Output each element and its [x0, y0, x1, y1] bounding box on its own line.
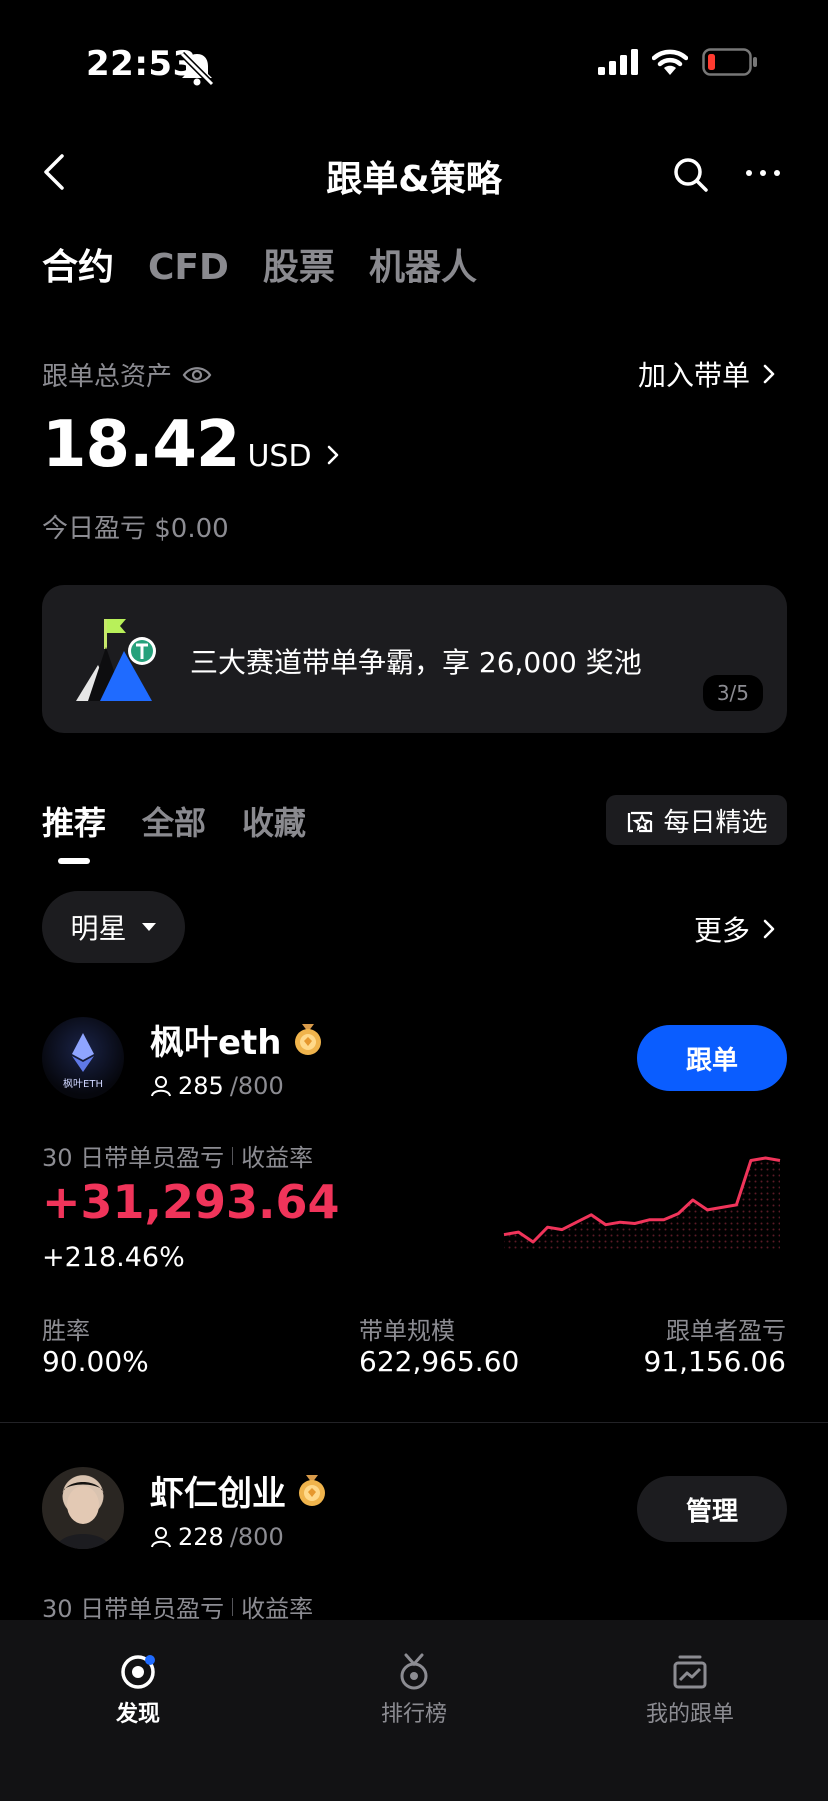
banner-page-indicator: 3/5 [702, 675, 763, 711]
eye-icon[interactable] [182, 364, 212, 386]
mountain-trophy-icon [76, 619, 156, 701]
search-icon[interactable] [672, 156, 710, 194]
follower-pnl-value: 91,156.06 [643, 1345, 786, 1378]
more-options-icon[interactable] [746, 170, 780, 176]
trader-avatar[interactable] [42, 1467, 124, 1549]
pnl-label: 30 日带单员盈亏 [42, 1595, 225, 1623]
roi-label: 收益率 [241, 1144, 314, 1172]
trader-name-row[interactable]: 虾仁创业 [150, 1466, 328, 1515]
trader-tabs: 推荐 全部 收藏 [42, 798, 306, 844]
my-copy-chart-icon [673, 1655, 707, 1689]
category-filter-label: 明星 [70, 912, 127, 945]
trader-name: 枫叶eth [150, 1023, 282, 1063]
banner-text: 三大赛道带单争霸，享 26,000 奖池 [190, 646, 642, 679]
ranking-medal-icon [400, 1653, 428, 1690]
bottom-navigation: 发现 排行榜 我的跟单 [0, 1620, 828, 1801]
bell-muted-icon [179, 51, 215, 86]
tab-cfd[interactable]: CFD [148, 247, 229, 288]
category-tabs: 合约 CFD 股票 机器人 [42, 238, 477, 290]
avatar-caption: 枫叶ETH [63, 1079, 103, 1090]
caret-down-icon [141, 923, 156, 931]
nav-discover[interactable]: 发现 [58, 1652, 218, 1728]
card-divider [0, 1422, 828, 1423]
tab-bots[interactable]: 机器人 [369, 238, 477, 290]
tab-recommended[interactable]: 推荐 [42, 798, 106, 844]
user-icon [151, 1076, 171, 1097]
tab-favorites[interactable]: 收藏 [242, 798, 306, 844]
chevron-right-icon [763, 364, 775, 384]
chevron-right-icon [327, 445, 338, 465]
more-label: 更多 [693, 914, 750, 947]
follower-max: /800 [229, 1523, 284, 1551]
trader-roi: +218.46% [42, 1242, 185, 1273]
lead-scale-label: 带单规模 [359, 1317, 455, 1345]
daily-pick-button[interactable]: 每日精选 [606, 795, 787, 845]
tab-contract[interactable]: 合约 [42, 238, 114, 290]
trader-pnl: +31,293.64 [42, 1175, 340, 1229]
total-assets-value-row[interactable]: 18.42 USD [42, 408, 340, 482]
category-filter-dropdown[interactable]: 明星 [42, 891, 185, 963]
join-lead-trading-label: 加入带单 [637, 359, 750, 392]
copy-trade-button[interactable]: 跟单 [637, 1025, 787, 1091]
follower-count: 285/800 [150, 1072, 284, 1100]
join-lead-trading-link[interactable]: 加入带单 [638, 354, 776, 394]
total-assets-label-row: 跟单总资产 [42, 356, 212, 393]
trader-name-row[interactable]: 枫叶eth [150, 1015, 324, 1064]
trader-avatar[interactable]: 枫叶ETH [42, 1017, 124, 1099]
win-rate-value: 90.00% [42, 1345, 149, 1378]
user-icon [151, 1527, 171, 1548]
gold-medal-icon [299, 1474, 325, 1506]
pnl-sparkline-chart [503, 1156, 781, 1250]
follower-max: /800 [229, 1072, 284, 1100]
win-rate-label: 胜率 [42, 1317, 90, 1345]
chevron-right-icon [763, 919, 775, 939]
tab-stocks[interactable]: 股票 [263, 238, 335, 290]
daily-pick-label: 每日精选 [663, 807, 768, 838]
status-indicators [598, 48, 758, 76]
promo-banner[interactable]: 三大赛道带单争霸，享 26,000 奖池 3/5 [42, 585, 787, 733]
pnl-label-row: 30 日带单员盈亏 收益率 [42, 1138, 313, 1173]
total-assets-value: 18.42 [42, 408, 240, 482]
follower-count: 228/800 [150, 1523, 284, 1551]
follower-current: 228 [178, 1523, 224, 1551]
nav-ranking[interactable]: 排行榜 [334, 1652, 494, 1728]
roi-label: 收益率 [241, 1595, 314, 1623]
lead-scale-value: 622,965.60 [359, 1345, 520, 1378]
pnl-label: 30 日带单员盈亏 [42, 1144, 225, 1172]
active-tab-indicator [58, 858, 90, 864]
discover-icon [121, 1655, 155, 1689]
more-link[interactable]: 更多 [694, 909, 776, 949]
manage-button[interactable]: 管理 [637, 1476, 787, 1542]
follower-current: 285 [178, 1072, 224, 1100]
nav-my-copy-trades[interactable]: 我的跟单 [610, 1652, 770, 1728]
pnl-label-row: 30 日带单员盈亏 收益率 [42, 1589, 313, 1624]
battery-low-icon [702, 48, 757, 76]
nav-my-copy-trades-label: 我的跟单 [645, 1702, 734, 1727]
person-photo-icon [56, 1482, 110, 1549]
total-assets-unit: USD [247, 439, 312, 474]
nav-ranking-label: 排行榜 [380, 1702, 447, 1727]
nav-discover-label: 发现 [115, 1702, 160, 1727]
tab-all[interactable]: 全部 [142, 798, 206, 844]
trader-name: 虾仁创业 [150, 1474, 286, 1514]
wifi-icon [652, 49, 688, 75]
signal-icon [598, 49, 638, 75]
gold-medal-icon [294, 1023, 321, 1055]
follower-pnl-label: 跟单者盈亏 [666, 1317, 786, 1345]
total-assets-label: 跟单总资产 [42, 362, 173, 392]
calendar-star-icon [628, 811, 653, 833]
today-pnl: 今日盈亏 $0.00 [42, 514, 229, 544]
